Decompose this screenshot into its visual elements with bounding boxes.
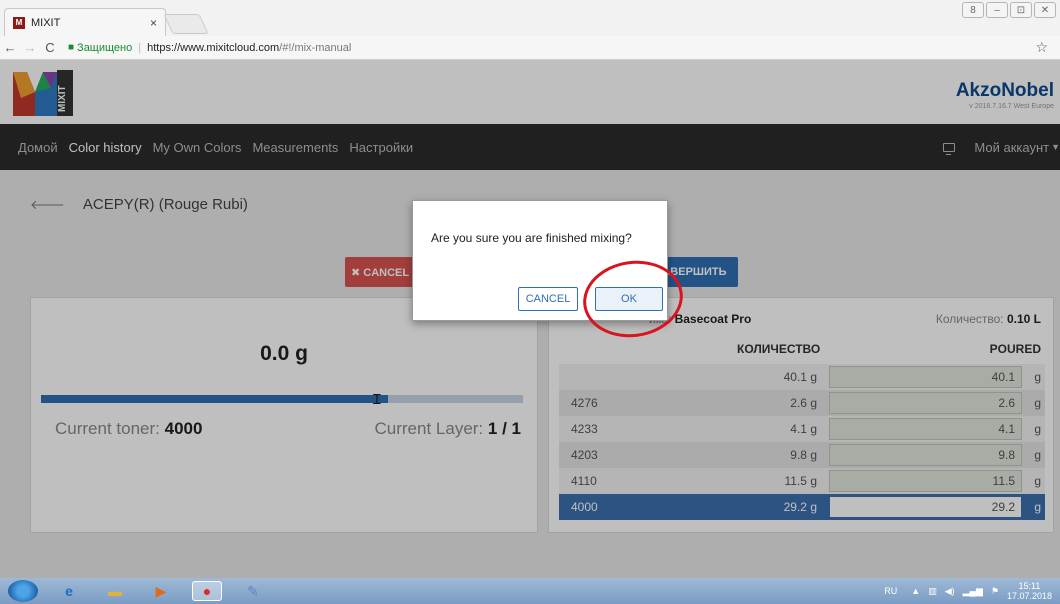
clock-date: 17.07.2018	[1006, 591, 1052, 601]
lock-icon: ■	[68, 42, 75, 53]
window-controls: 8 – ⊡ ✕	[962, 2, 1056, 18]
minimize-button[interactable]: –	[986, 2, 1008, 18]
browser-tab[interactable]: M MIXIT ×	[4, 8, 166, 36]
back-arrow-icon[interactable]: ←	[0, 40, 20, 55]
new-tab-button[interactable]	[163, 14, 209, 34]
secure-label: Защищено	[77, 41, 133, 54]
url-host: https://www.mixitcloud.com	[147, 41, 280, 54]
tray-arrow-icon[interactable]: ▲	[911, 586, 920, 596]
internet-explorer-icon[interactable]: e	[54, 581, 84, 601]
user-profile-button[interactable]: 8	[962, 2, 984, 18]
separator: |	[138, 41, 142, 54]
dialog-message: Are you sure you are finished mixing?	[431, 231, 632, 245]
language-indicator[interactable]: RU	[884, 586, 897, 596]
bookmark-star-icon[interactable]: ☆	[1035, 39, 1048, 56]
signal-icon[interactable]: ▂▄▆	[963, 586, 983, 597]
clock[interactable]: 15:11 17.07.2018	[1007, 581, 1052, 601]
reload-icon[interactable]: C	[40, 40, 60, 55]
volume-icon[interactable]: ◀)	[945, 586, 955, 597]
url-path: /#!/mix-manual	[279, 41, 352, 54]
url-input[interactable]: https://www.mixitcloud.com/#!/mix-manual	[147, 42, 351, 54]
start-button[interactable]	[8, 580, 38, 602]
forward-arrow-icon[interactable]: →	[20, 40, 40, 55]
maximize-button[interactable]: ⊡	[1010, 2, 1032, 18]
tab-title: MIXIT	[31, 16, 61, 29]
dialog-cancel-button[interactable]: CANCEL	[518, 287, 578, 311]
mixit-favicon-icon: M	[13, 16, 25, 29]
system-tray: RU ▲ ▥ ◀) ▂▄▆ ⚑ 15:11 17.07.2018	[884, 581, 1052, 601]
close-window-button[interactable]: ✕	[1034, 2, 1056, 18]
close-tab-icon[interactable]: ×	[150, 16, 157, 30]
media-player-icon[interactable]: ▶	[146, 581, 176, 601]
network-icon[interactable]: ▥	[928, 586, 937, 597]
chrome-icon[interactable]: ●	[192, 581, 222, 601]
paint-icon[interactable]: ✎	[238, 581, 268, 601]
browser-titlebar: M MIXIT × 8 – ⊡ ✕	[0, 0, 1060, 36]
windows-taskbar: e ▬ ▶ ● ✎ RU ▲ ▥ ◀) ▂▄▆ ⚑ 15:11 17.07.20…	[0, 578, 1060, 604]
folder-icon[interactable]: ▬	[100, 581, 130, 601]
address-bar: ← → C ■ Защищено | https://www.mixitclou…	[0, 36, 1060, 60]
clock-time: 15:11	[1018, 581, 1041, 591]
notification-flag-icon[interactable]: ⚑	[991, 586, 999, 597]
